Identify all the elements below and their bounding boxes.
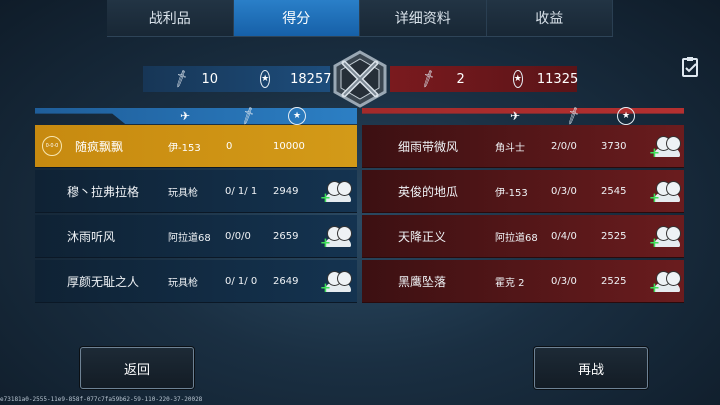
blue-header-bar — [35, 108, 357, 124]
player-name: 随疯飘飘 — [75, 139, 124, 154]
add-friend-icon[interactable]: + — [649, 179, 682, 206]
player-name: 天降正义 — [398, 229, 447, 244]
player-aircraft: 伊-153 — [495, 187, 528, 199]
back-button[interactable]: 返回 — [80, 347, 194, 389]
player-kda: 0/3/0 — [551, 185, 577, 197]
player-aircraft: 阿拉道68 — [495, 232, 538, 244]
player-score: 10000 — [273, 140, 305, 152]
table-row[interactable]: 穆丶拉弗拉格 玩具枪 0/ 1/ 1 2949 + — [35, 170, 357, 213]
red-team-summary: 🗡 2 ★ 11325 — [390, 66, 579, 92]
add-friend-icon[interactable]: + — [649, 269, 682, 296]
sword-icon: 🗡 — [417, 68, 439, 90]
player-kda: 0/4/0 — [551, 230, 577, 242]
sword-icon: 🗡 — [170, 68, 192, 90]
player-score: 2525 — [601, 275, 627, 287]
add-friend-icon[interactable]: + — [320, 269, 353, 296]
star-medal-icon: ★ — [260, 70, 271, 88]
player-aircraft: 角斗士 — [495, 142, 525, 154]
add-friend-icon[interactable]: + — [320, 179, 353, 206]
rank-badge-icon: 0·0·0 — [42, 136, 62, 156]
star-medal-icon: ★ — [288, 107, 306, 125]
player-name: 厚颜无耻之人 — [67, 274, 140, 289]
player-aircraft: 玩具枪 — [168, 277, 198, 289]
tab-bar: 战利品 得分 详细资料 收益 — [107, 0, 613, 37]
table-row[interactable]: 英俊的地瓜 伊-153 0/3/0 2545 + — [362, 170, 684, 213]
player-score: 2545 — [601, 185, 627, 197]
blue-team-summary: 🗡 10 ★ 18257 — [143, 66, 332, 92]
player-name: 细雨带微风 — [398, 139, 459, 154]
blue-score: 18257 — [290, 71, 332, 87]
table-row[interactable]: 沐雨听风 阿拉道68 0/0/0 2659 + — [35, 215, 357, 258]
player-kda: 0/ 1/ 0 — [225, 275, 258, 287]
player-kda: 0/0/0 — [225, 230, 251, 242]
plane-icon: ✈ — [180, 109, 191, 123]
player-name: 穆丶拉弗拉格 — [67, 184, 140, 199]
star-medal-icon: ★ — [512, 70, 523, 88]
player-name: 黑鹰坠落 — [398, 274, 447, 289]
player-aircraft: 玩具枪 — [168, 187, 198, 199]
table-row[interactable]: 黑鹰坠落 霍克 2 0/3/0 2525 + — [362, 260, 684, 303]
red-kills: 2 — [456, 71, 465, 87]
session-id-text: e73181a0-2555-11e9-858f-077c7fa59b62-59-… — [0, 396, 203, 403]
player-score: 3730 — [601, 140, 627, 152]
tab-score[interactable]: 得分 — [233, 0, 360, 36]
player-kda: 2/0/0 — [551, 140, 577, 152]
red-score: 11325 — [536, 71, 579, 87]
table-row[interactable]: 0·0·0 随疯飘飘 伊-153 0 10000 — [35, 125, 357, 168]
clipboard-icon[interactable] — [681, 56, 701, 78]
add-friend-icon[interactable]: + — [649, 134, 682, 161]
player-score: 2659 — [273, 230, 299, 242]
add-friend-icon[interactable]: + — [649, 224, 682, 251]
player-name: 沐雨听风 — [67, 229, 116, 244]
player-kda: 0/3/0 — [551, 275, 577, 287]
player-kda: 0 — [226, 140, 233, 152]
rematch-button[interactable]: 再战 — [534, 347, 648, 389]
player-score: 2949 — [273, 185, 299, 197]
player-score: 2649 — [273, 275, 299, 287]
add-friend-icon[interactable]: + — [320, 224, 353, 251]
blue-kills: 10 — [201, 71, 219, 87]
tab-loot[interactable]: 战利品 — [107, 0, 234, 36]
table-row[interactable]: 细雨带微风 角斗士 2/0/0 3730 + — [362, 125, 684, 168]
player-aircraft: 霍克 2 — [495, 277, 525, 289]
plane-icon: ✈ — [510, 109, 521, 123]
star-medal-icon: ★ — [617, 107, 635, 125]
tab-details[interactable]: 详细资料 — [360, 0, 487, 36]
player-aircraft: 阿拉道68 — [168, 232, 211, 244]
table-row[interactable]: 天降正义 阿拉道68 0/4/0 2525 + — [362, 215, 684, 258]
player-name: 英俊的地瓜 — [398, 184, 459, 199]
player-score: 2525 — [601, 230, 627, 242]
sword-icon: 🗡 — [562, 105, 584, 127]
crossed-swords-medal-icon — [333, 50, 387, 108]
tab-earnings[interactable]: 收益 — [486, 0, 613, 36]
red-header-bar — [362, 108, 684, 114]
player-kda: 0/ 1/ 1 — [225, 185, 258, 197]
player-aircraft: 伊-153 — [168, 142, 201, 154]
sword-icon: 🗡 — [237, 105, 259, 127]
table-row[interactable]: 厚颜无耻之人 玩具枪 0/ 1/ 0 2649 + — [35, 260, 357, 303]
